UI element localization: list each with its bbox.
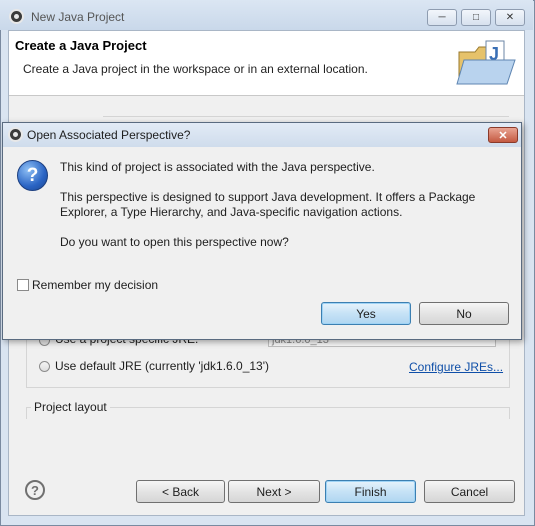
wizard-page-title: Create a Java Project [15, 38, 147, 53]
question-icon: ? [17, 160, 48, 191]
eclipse-app-icon [9, 9, 24, 24]
dialog-title: Open Associated Perspective? [27, 128, 191, 142]
cancel-button[interactable]: Cancel [424, 480, 515, 503]
dialog-message-3: Do you want to open this perspective now… [60, 235, 289, 249]
minimize-button[interactable]: ─ [427, 9, 457, 26]
help-icon[interactable]: ? [25, 480, 45, 500]
default-jre-label: Use default JRE (currently 'jdk1.6.0_13'… [55, 359, 270, 373]
java-project-folder-icon: J [456, 40, 516, 85]
dialog-message-2b: Explorer, a Type Hierarchy, and Java-spe… [60, 205, 403, 219]
maximize-button[interactable]: □ [461, 9, 491, 26]
dialog-message-1: This kind of project is associated with … [60, 160, 375, 174]
no-button[interactable]: No [419, 302, 509, 325]
jre-group-border [103, 116, 509, 117]
yes-button[interactable]: Yes [321, 302, 411, 325]
wizard-page-description: Create a Java project in the workspace o… [23, 62, 368, 76]
dialog-eclipse-icon [8, 127, 23, 142]
close-button[interactable]: ✕ [495, 9, 525, 26]
window-title: New Java Project [31, 10, 125, 24]
back-button[interactable]: < Back [136, 480, 225, 503]
dialog-message-2a: This perspective is designed to support … [60, 190, 476, 204]
default-jre-radio[interactable] [39, 361, 50, 372]
next-button[interactable]: Next > [228, 480, 320, 503]
project-layout-label: Project layout [31, 400, 110, 414]
remember-decision-label: Remember my decision [32, 278, 159, 292]
remember-decision-checkbox[interactable] [17, 279, 29, 291]
finish-button[interactable]: Finish [325, 480, 416, 503]
configure-jres-link[interactable]: Configure JREs... [409, 360, 503, 374]
dialog-close-button[interactable]: ✕ [488, 127, 518, 143]
